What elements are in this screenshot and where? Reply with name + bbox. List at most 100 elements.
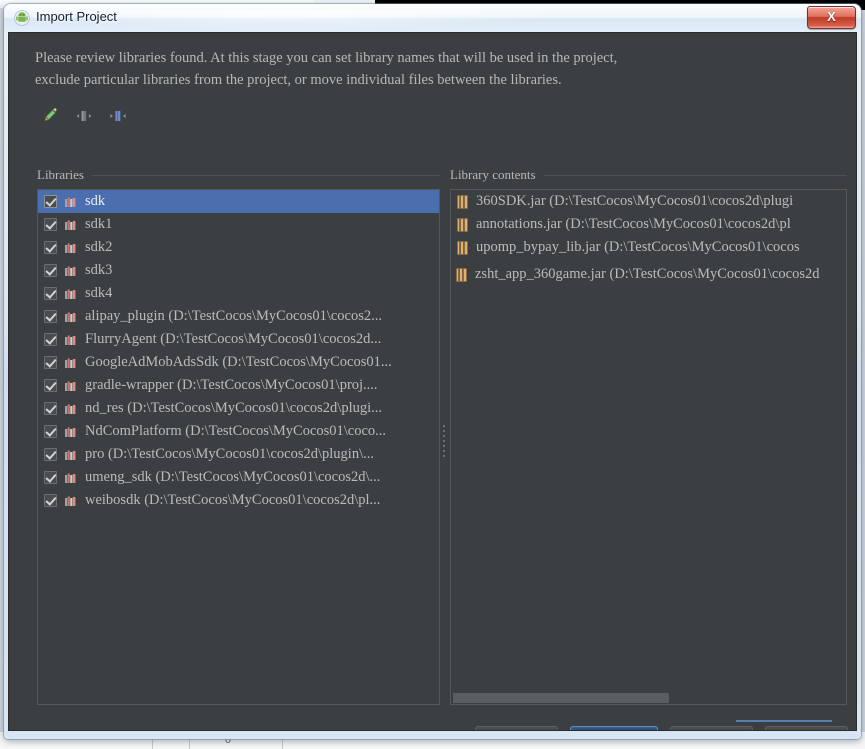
library-icon <box>64 218 78 232</box>
panel-splitter[interactable] <box>442 425 447 461</box>
checkbox-checked-icon[interactable] <box>44 241 57 254</box>
list-item[interactable]: sdk3 <box>38 259 439 282</box>
list-item-label: gradle-wrapper (D:\TestCocos\MyCocos01\p… <box>85 377 378 394</box>
list-item[interactable]: NdComPlatform (D:\TestCocos\MyCocos01\co… <box>38 420 439 443</box>
list-item[interactable]: zsht_app_360game.jar (D:\TestCocos\MyCoc… <box>451 263 857 286</box>
list-item-label: pro (D:\TestCocos\MyCocos01\cocos2d\plug… <box>85 446 374 463</box>
library-icon <box>64 448 78 462</box>
list-item[interactable]: 360SDK.jar (D:\TestCocos\MyCocos01\cocos… <box>451 190 846 213</box>
intro-line-1: Please review libraries found. At this s… <box>35 47 795 69</box>
pencil-icon <box>42 108 58 124</box>
list-item-label: sdk1 <box>85 216 112 233</box>
jar-file-icon <box>456 268 467 282</box>
android-robot-icon <box>14 10 30 26</box>
merge-icon <box>75 108 93 124</box>
jar-file-icon <box>457 218 468 232</box>
list-item-label: 360SDK.jar (D:\TestCocos\MyCocos01\cocos… <box>476 193 793 210</box>
library-contents-title: Library contents <box>450 167 536 183</box>
library-icon <box>64 402 78 416</box>
close-icon: X <box>808 9 855 24</box>
library-contents-section-header: Library contents <box>450 167 847 183</box>
library-toolbar <box>39 106 129 126</box>
list-item[interactable]: sdk2 <box>38 236 439 259</box>
intro-text: Please review libraries found. At this s… <box>35 47 795 91</box>
jar-file-icon <box>457 195 468 209</box>
focus-underline-artifact <box>736 720 832 722</box>
checkbox-checked-icon[interactable] <box>44 218 57 231</box>
library-icon <box>64 333 78 347</box>
dialog-button-bar: Previous Next Cancel Help <box>475 726 848 731</box>
checkbox-checked-icon[interactable] <box>44 264 57 277</box>
dialog-content: Please review libraries found. At this s… <box>8 32 857 731</box>
list-item[interactable]: nd_res (D:\TestCocos\MyCocos01\cocos2d\p… <box>38 397 439 420</box>
rename-library-button[interactable] <box>39 106 61 126</box>
list-item[interactable]: weibosdk (D:\TestCocos\MyCocos01\cocos2d… <box>38 489 439 512</box>
list-item-label: GoogleAdMobAdsSdk (D:\TestCocos\MyCocos0… <box>85 354 392 371</box>
checkbox-checked-icon[interactable] <box>44 379 57 392</box>
checkbox-checked-icon[interactable] <box>44 333 57 346</box>
previous-button[interactable]: Previous <box>475 726 558 731</box>
list-item[interactable]: sdk <box>38 190 439 213</box>
library-icon <box>64 241 78 255</box>
library-icon <box>64 425 78 439</box>
library-icon <box>64 287 78 301</box>
list-item-label: umeng_sdk (D:\TestCocos\MyCocos01\cocos2… <box>85 469 380 486</box>
checkbox-checked-icon[interactable] <box>44 287 57 300</box>
cancel-button[interactable]: Cancel <box>670 726 753 731</box>
import-project-dialog: Import Project X Please review libraries… <box>4 4 861 739</box>
split-icon <box>109 108 127 124</box>
header-rule <box>92 175 440 176</box>
list-item-label: NdComPlatform (D:\TestCocos\MyCocos01\co… <box>85 423 386 440</box>
checkbox-checked-icon[interactable] <box>44 494 57 507</box>
list-item[interactable]: GoogleAdMobAdsSdk (D:\TestCocos\MyCocos0… <box>38 351 439 374</box>
list-item[interactable]: FlurryAgent (D:\TestCocos\MyCocos01\coco… <box>38 328 439 351</box>
library-icon <box>64 471 78 485</box>
library-icon <box>64 195 78 209</box>
list-item-label: zsht_app_360game.jar (D:\TestCocos\MyCoc… <box>475 266 820 283</box>
checkbox-checked-icon[interactable] <box>44 356 57 369</box>
window-title: Import Project <box>36 9 117 24</box>
list-item-label: weibosdk (D:\TestCocos\MyCocos01\cocos2d… <box>85 492 380 509</box>
checkbox-checked-icon[interactable] <box>44 195 57 208</box>
checkbox-checked-icon[interactable] <box>44 448 57 461</box>
list-item[interactable]: alipay_plugin (D:\TestCocos\MyCocos01\co… <box>38 305 439 328</box>
list-item[interactable]: pro (D:\TestCocos\MyCocos01\cocos2d\plug… <box>38 443 439 466</box>
library-icon <box>64 310 78 324</box>
list-item-label: upomp_bypay_lib.jar (D:\TestCocos\MyCoco… <box>476 239 800 256</box>
jar-file-icon <box>457 241 468 255</box>
list-item-label: alipay_plugin (D:\TestCocos\MyCocos01\co… <box>85 308 382 325</box>
close-button[interactable]: X <box>807 6 856 29</box>
libraries-title: Libraries <box>37 167 84 183</box>
merge-libraries-button[interactable] <box>73 106 95 126</box>
list-item-label: sdk3 <box>85 262 112 279</box>
list-item-label: sdk <box>85 193 105 210</box>
list-item-label: nd_res (D:\TestCocos\MyCocos01\cocos2d\p… <box>85 400 382 417</box>
help-button[interactable]: Help <box>765 726 848 731</box>
checkbox-checked-icon[interactable] <box>44 310 57 323</box>
list-item[interactable]: umeng_sdk (D:\TestCocos\MyCocos01\cocos2… <box>38 466 439 489</box>
title-bar-gloss <box>94 10 574 30</box>
list-item-label: sdk4 <box>85 285 112 302</box>
list-item[interactable]: annotations.jar (D:\TestCocos\MyCocos01\… <box>451 213 846 236</box>
intro-line-2: exclude particular libraries from the pr… <box>35 69 795 91</box>
list-item-label: FlurryAgent (D:\TestCocos\MyCocos01\coco… <box>85 331 381 348</box>
list-item-label: annotations.jar (D:\TestCocos\MyCocos01\… <box>476 216 791 233</box>
library-icon <box>64 356 78 370</box>
list-item[interactable]: gradle-wrapper (D:\TestCocos\MyCocos01\p… <box>38 374 439 397</box>
horizontal-scrollbar-thumb[interactable] <box>453 693 669 703</box>
list-item[interactable]: upomp_bypay_lib.jar (D:\TestCocos\MyCoco… <box>451 236 846 259</box>
libraries-list[interactable]: sdk sdk1 sdk2 sdk3 <box>37 189 440 705</box>
next-button[interactable]: Next <box>570 726 658 731</box>
list-item[interactable]: sdk1 <box>38 213 439 236</box>
title-bar[interactable]: Import Project X <box>4 4 861 32</box>
header-rule <box>544 175 847 176</box>
split-library-button[interactable] <box>107 106 129 126</box>
library-icon <box>64 264 78 278</box>
list-item[interactable]: sdk4 <box>38 282 439 305</box>
libraries-section-header: Libraries <box>37 167 440 183</box>
checkbox-checked-icon[interactable] <box>44 425 57 438</box>
checkbox-checked-icon[interactable] <box>44 471 57 484</box>
checkbox-checked-icon[interactable] <box>44 402 57 415</box>
library-icon <box>64 379 78 393</box>
library-icon <box>64 494 78 508</box>
